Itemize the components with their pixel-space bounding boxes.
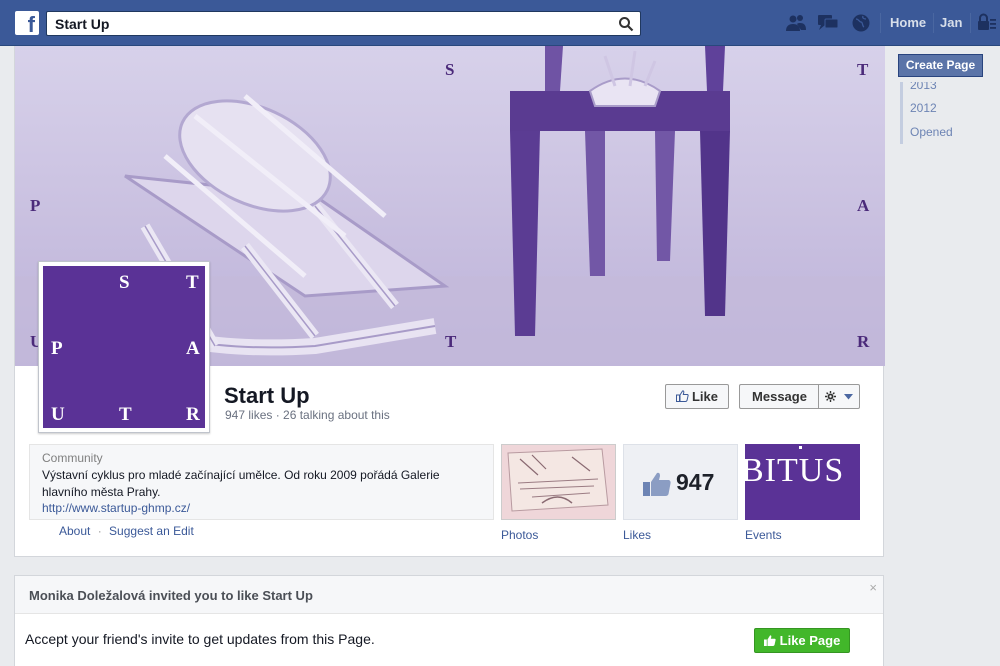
events-tile-dot (799, 446, 802, 449)
website-link[interactable]: http://www.startup-ghmp.cz/ (42, 501, 190, 515)
facebook-logo-letter: f (27, 12, 35, 35)
like-button-label: Like (691, 389, 718, 404)
events-tile-image-text: BITUS (741, 452, 845, 489)
profile-letter-p: P (51, 338, 63, 359)
profile-letter-a: A (186, 338, 200, 359)
create-page-button[interactable]: Create Page (898, 54, 983, 77)
thumbs-up-icon (675, 390, 689, 402)
cover-letter-s: S (445, 60, 455, 79)
cover-letter-r: R (857, 332, 870, 351)
profile-letter-r: R (186, 404, 200, 425)
gear-icon (825, 391, 837, 402)
profile-letter-t-bottom: T (119, 404, 132, 425)
friend-requests-icon[interactable] (785, 13, 807, 33)
search-input[interactable] (47, 12, 607, 35)
close-icon[interactable]: × (869, 580, 877, 595)
page-title[interactable]: Start Up (224, 383, 310, 409)
link-separator: · (97, 524, 102, 538)
events-tile-label[interactable]: Events (745, 528, 782, 542)
nav-separator (970, 13, 971, 33)
about-link[interactable]: About (59, 524, 90, 538)
timeline-year-nav: 2013 2012 Opened (900, 82, 953, 144)
likes-tile[interactable]: 947 (623, 444, 738, 520)
timeline-opened[interactable]: Opened (910, 120, 953, 144)
home-link[interactable]: Home (890, 15, 926, 30)
message-button[interactable]: Message (739, 384, 819, 409)
like-page-button-label: Like Page (779, 633, 841, 648)
about-links: About · Suggest an Edit (59, 524, 194, 538)
invite-title: Monika Doležalová invited you to like St… (29, 588, 313, 603)
profile-picture[interactable]: S T P A U T R (38, 261, 210, 433)
profile-letter-s: S (119, 272, 130, 293)
thumbs-up-icon (763, 635, 776, 646)
like-button[interactable]: Like (665, 384, 729, 409)
privacy-shortcuts-icon[interactable] (975, 13, 997, 33)
like-page-button[interactable]: Like Page (754, 628, 850, 653)
cover-letter-t: T (857, 60, 869, 79)
search-box[interactable] (46, 11, 641, 36)
profile-letter-t: T (186, 272, 199, 293)
search-icon[interactable] (618, 16, 634, 32)
page-category: Community (42, 451, 103, 465)
messages-icon[interactable] (817, 13, 839, 33)
invite-message: Accept your friend's invite to get updat… (25, 631, 375, 647)
profile-picture-image: S T P A U T R (43, 266, 205, 428)
cover-letter-a: A (857, 196, 870, 215)
cover-letter-p: P (30, 196, 41, 215)
suggest-edit-link[interactable]: Suggest an Edit (109, 524, 194, 538)
events-tile[interactable]: BITUS (741, 444, 860, 520)
cover-letter-t-bottom: T (445, 332, 457, 351)
photos-tile-label[interactable]: Photos (501, 528, 538, 542)
likes-count: 947 (676, 469, 715, 495)
notifications-globe-icon[interactable] (850, 13, 872, 33)
timeline-year-2013[interactable]: 2013 (910, 82, 953, 96)
about-summary-box: Community Výstavní cyklus pro mladé začí… (29, 444, 494, 520)
likes-tile-label[interactable]: Likes (623, 528, 651, 542)
page-stats: 947 likes · 26 talking about this (225, 408, 390, 422)
thumbs-up-icon (643, 472, 671, 496)
top-navigation-bar: f Home Jan (0, 0, 1000, 46)
page-header-card: S T P A U T R S T P A U T R Start Up 947… (14, 46, 885, 557)
timeline-year-2012[interactable]: 2012 (910, 96, 953, 120)
photos-tile[interactable] (501, 444, 616, 520)
page-invite-card: Monika Doležalová invited you to like St… (14, 575, 884, 666)
nav-separator (880, 13, 881, 33)
page-description: Výstavní cyklus pro mladé začínající umě… (42, 468, 440, 499)
nav-separator (933, 13, 934, 33)
chevron-down-icon (843, 394, 853, 400)
photos-tile-image (502, 445, 615, 519)
page-options-button[interactable] (818, 384, 860, 409)
facebook-logo[interactable]: f (15, 11, 39, 35)
profile-letter-u: U (51, 404, 65, 425)
profile-link[interactable]: Jan (940, 15, 962, 30)
invite-header: Monika Doležalová invited you to like St… (15, 576, 883, 614)
